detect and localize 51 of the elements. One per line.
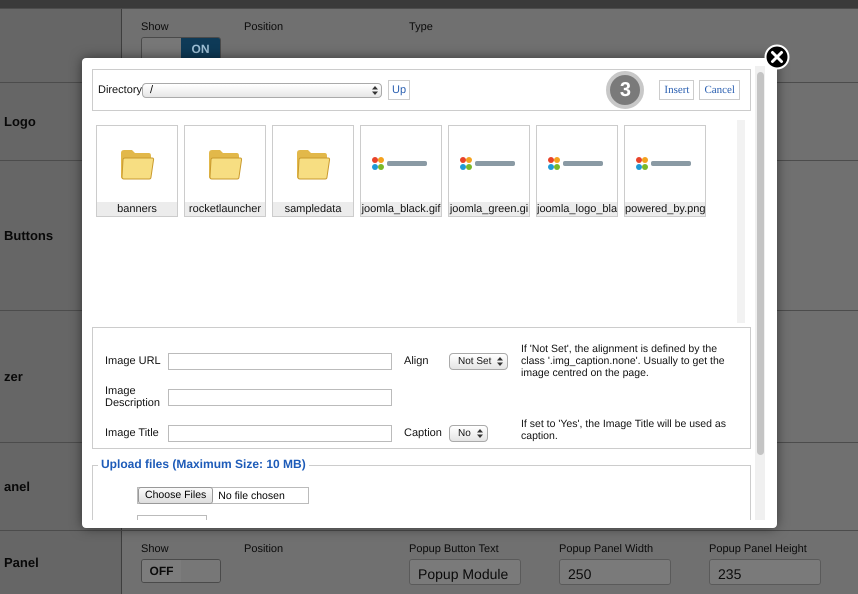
form-label: Image URL [105, 355, 162, 367]
file-thumbnail[interactable]: sampledata [272, 125, 354, 217]
form-label: Image Description [105, 385, 162, 409]
form-label: Align [404, 355, 430, 367]
file-thumbnail[interactable]: joomla_logo_bla [536, 125, 618, 217]
help-text: If 'Not Set', the alignment is defined by the class '.img_caption.none'. Usually to get the image centred on the page. [521, 343, 726, 379]
row-label: zer [3, 369, 23, 384]
field-label: Popup Panel Width [559, 543, 654, 555]
toggle-switch[interactable]: OFF [141, 559, 221, 583]
stepper-arrows-icon [372, 86, 378, 94]
step-badge: 3 [606, 71, 644, 109]
file-thumbnail[interactable]: joomla_black.gif [360, 125, 442, 217]
input-field[interactable]: 250 [559, 559, 671, 585]
upload-legend: Upload files (Maximum Size: 10 MB) [98, 457, 309, 471]
toolbar-button[interactable]: Insert [659, 80, 694, 100]
row-label: Logo [3, 114, 36, 129]
row-label: anel [3, 479, 30, 494]
file-thumbnail[interactable]: rocketlauncher [184, 125, 266, 217]
input-field[interactable]: 235 [709, 559, 821, 585]
input-field[interactable] [168, 352, 392, 370]
field-label: Position [244, 21, 284, 33]
help-text: If set to 'Yes', the Image Title will be used as caption. [521, 418, 727, 442]
folder-icon [295, 147, 331, 181]
file-input[interactable]: Choose Files No file chosen [137, 487, 309, 504]
toolbar-button[interactable]: Cancel [699, 80, 740, 100]
field-label: Show [141, 21, 170, 33]
row-label: Panel [3, 555, 39, 570]
option-select[interactable]: No [449, 424, 488, 442]
field-label: Position [244, 543, 284, 555]
field-label: Show [141, 543, 170, 555]
field-label: Type [409, 21, 434, 33]
input-field[interactable] [168, 388, 392, 406]
input-field[interactable] [168, 424, 392, 442]
input-field[interactable]: Popup Module [409, 559, 521, 585]
stepper-arrows-icon [476, 428, 483, 438]
field-label: Popup Button Text [409, 543, 500, 555]
folder-icon [119, 147, 155, 181]
form-label: Caption [404, 427, 443, 439]
folder-icon [207, 147, 243, 181]
scrollbar-thumb[interactable] [757, 72, 764, 455]
form-label: Image Title [105, 427, 160, 439]
file-thumbnail[interactable]: banners [96, 125, 178, 217]
file-thumbnail[interactable]: powered_by.png [624, 125, 706, 217]
file-thumbnail[interactable]: joomla_green.gi [448, 125, 530, 217]
row-label: Buttons [3, 228, 54, 243]
option-select[interactable]: Not Set [449, 352, 508, 370]
directory-label: Directory [98, 84, 142, 96]
field-label: Popup Panel Height [709, 543, 808, 555]
up-button[interactable]: Up [388, 80, 410, 100]
directory-select[interactable]: / [142, 82, 382, 98]
stepper-arrows-icon [497, 356, 504, 366]
